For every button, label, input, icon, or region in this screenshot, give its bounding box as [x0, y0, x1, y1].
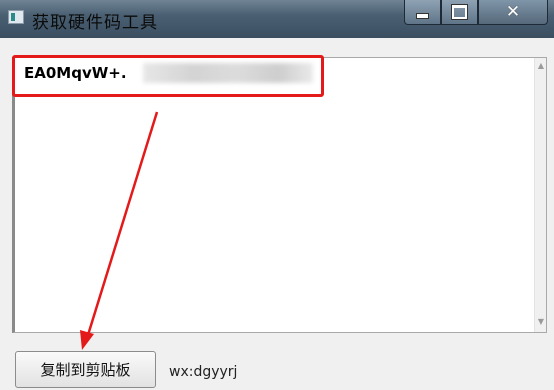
highlight-annotation: [12, 55, 324, 97]
maximize-button[interactable]: [441, 0, 478, 25]
maximize-icon: [452, 5, 467, 19]
window-title: 获取硬件码工具: [32, 13, 158, 33]
titlebar[interactable]: 获取硬件码工具 ✕: [0, 0, 554, 38]
scroll-down-icon[interactable]: ▼: [536, 316, 546, 328]
hardware-code-textarea[interactable]: EA0MqvW+. ▲ ▼: [12, 57, 547, 333]
minimize-icon: [416, 13, 429, 19]
vertical-scrollbar[interactable]: ▲ ▼: [534, 58, 546, 332]
copy-to-clipboard-button[interactable]: 复制到剪贴板: [15, 351, 156, 388]
contact-label: wx:dgyyrj: [169, 364, 238, 380]
app-window: 获取硬件码工具 ✕ EA0MqvW+. ▲ ▼ 复制到剪贴板 wx:dgyyrj: [0, 0, 554, 390]
scroll-up-icon[interactable]: ▲: [536, 60, 546, 72]
arrow-head-icon: [80, 330, 94, 350]
close-icon: ✕: [505, 2, 521, 22]
minimize-button[interactable]: [404, 0, 441, 25]
close-button[interactable]: ✕: [478, 0, 548, 25]
app-icon: [8, 10, 24, 24]
